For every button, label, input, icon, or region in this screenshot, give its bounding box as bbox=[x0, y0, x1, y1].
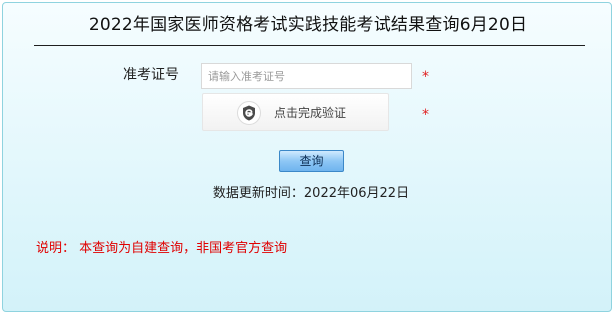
required-mark-captcha: * bbox=[422, 107, 429, 123]
exam-number-label: 准考证号 bbox=[123, 67, 179, 83]
shield-check-icon bbox=[237, 101, 261, 125]
captcha-verify-button[interactable]: 点击完成验证 bbox=[202, 93, 389, 131]
exam-number-input[interactable] bbox=[201, 63, 412, 89]
page-title: 2022年国家医师资格考试实践技能考试结果查询6月20日 bbox=[88, 15, 528, 35]
captcha-label: 点击完成验证 bbox=[274, 106, 347, 120]
title-divider bbox=[34, 45, 585, 46]
disclaimer-note: 说明： 本查询为自建查询，非国考官方查询 bbox=[36, 241, 288, 256]
data-update-time: 数据更新时间：2022年06月22日 bbox=[212, 186, 410, 201]
required-mark-exam-number: * bbox=[422, 69, 429, 85]
query-panel: 2022年国家医师资格考试实践技能考试结果查询6月20日 准考证号 * 点击完成… bbox=[2, 2, 612, 312]
query-button[interactable]: 查询 bbox=[279, 150, 344, 172]
